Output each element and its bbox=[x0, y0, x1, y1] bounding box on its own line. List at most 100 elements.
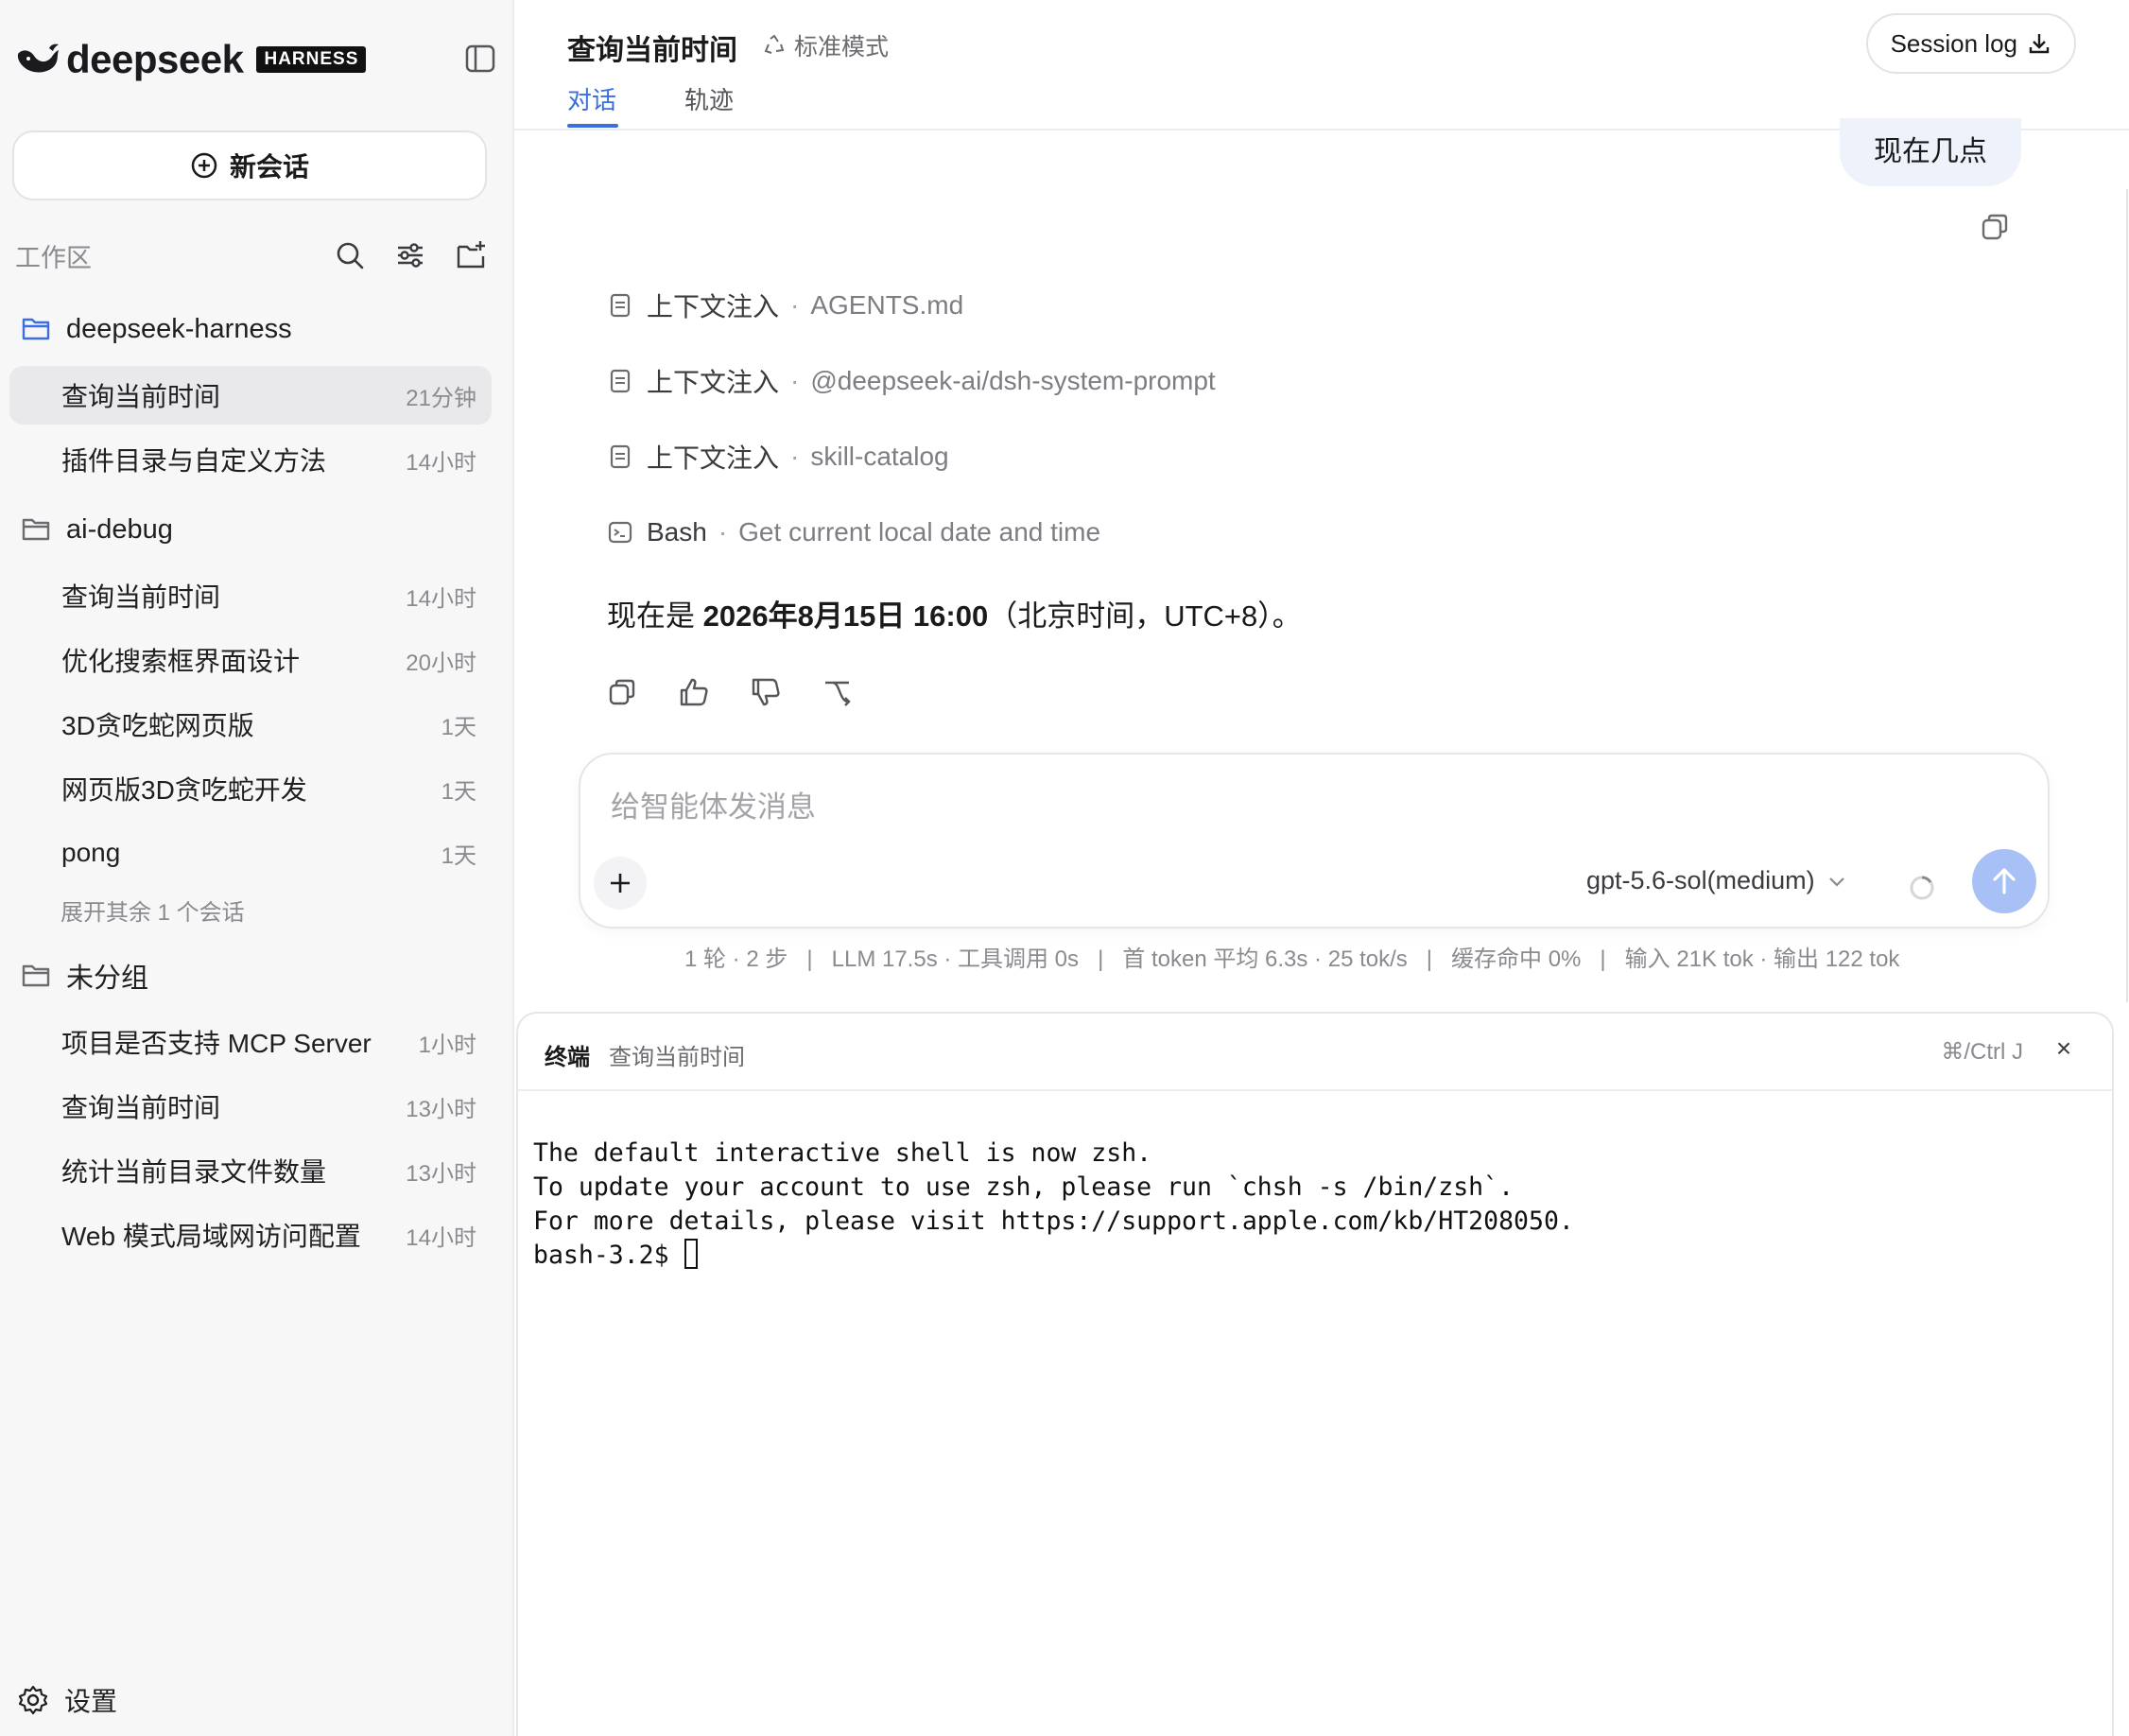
sidebar-item-chat[interactable]: pong 1天 bbox=[9, 824, 492, 882]
chat-title: Web 模式局域网访问配置 bbox=[61, 1222, 361, 1251]
chat-time: 13小时 bbox=[406, 1160, 476, 1187]
workspace-header: 工作区 bbox=[15, 236, 488, 274]
terminal-line: To update your account to use zsh, pleas… bbox=[533, 1172, 1515, 1202]
chat-title: 查询当前时间 bbox=[61, 1093, 221, 1122]
stats-turns: 1 轮 · 2 步 bbox=[684, 946, 788, 972]
chat-title: 网页版3D贪吃蛇开发 bbox=[61, 775, 307, 805]
folder-open-icon bbox=[22, 318, 50, 340]
search-icon[interactable] bbox=[333, 238, 367, 272]
step-bash[interactable]: Bash · Get current local date and time bbox=[607, 513, 1100, 551]
terminal-output[interactable]: The default interactive shell is now zsh… bbox=[533, 1137, 1574, 1273]
chat-time: 14小时 bbox=[406, 449, 476, 476]
sidebar-item-chat[interactable]: 查询当前时间 13小时 bbox=[9, 1077, 492, 1136]
brand-name: deepseek bbox=[66, 37, 244, 81]
mode-indicator[interactable]: 标准模式 bbox=[762, 28, 889, 62]
sidebar-item-chat[interactable]: 3D贪吃蛇网页版 1天 bbox=[9, 695, 492, 754]
separator-dot: · bbox=[790, 366, 800, 395]
terminal-label: 终端 bbox=[545, 1045, 590, 1070]
copy-icon[interactable] bbox=[1978, 210, 2012, 244]
new-folder-icon[interactable] bbox=[454, 238, 488, 272]
stats-separator: | bbox=[1098, 946, 1104, 972]
answer-suffix: （北京时间，UTC+8）。 bbox=[988, 599, 1302, 633]
session-log-button[interactable]: Session log bbox=[1865, 13, 2076, 74]
group-name: deepseek-harness bbox=[66, 313, 292, 344]
run-stats: 1 轮 · 2 步 | LLM 17.5s · 工具调用 0s | 首 toke… bbox=[684, 940, 1899, 973]
send-button[interactable] bbox=[1972, 849, 2036, 913]
chat-time: 1小时 bbox=[418, 1032, 476, 1058]
sidebar-toggle-icon[interactable] bbox=[463, 42, 497, 76]
terminal-prompt: bash-3.2$ bbox=[533, 1241, 684, 1270]
step-detail: Get current local date and time bbox=[738, 517, 1101, 547]
step-context-injection[interactable]: 上下文注入 · AGENTS.md bbox=[607, 286, 963, 324]
chat-title: 查询当前时间 bbox=[61, 582, 221, 612]
group-ungrouped[interactable]: 未分组 bbox=[21, 955, 148, 997]
chevron-down-icon bbox=[1828, 877, 1844, 887]
model-selector[interactable]: gpt-5.6-sol(medium) bbox=[1586, 866, 1847, 895]
folder-icon bbox=[22, 964, 50, 987]
session-log-label: Session log bbox=[1890, 28, 2017, 58]
document-icon bbox=[610, 293, 631, 318]
stats-token: 首 token 平均 6.3s · 25 tok/s bbox=[1122, 946, 1408, 972]
conversation-scrollbar[interactable] bbox=[2116, 189, 2129, 1002]
terminal-panel: 终端 查询当前时间 ⌘/Ctrl J × The default interac… bbox=[516, 1012, 2114, 1736]
chat-time: 14小时 bbox=[406, 585, 476, 612]
stats-separator: | bbox=[1426, 946, 1433, 972]
sidebar-item-chat[interactable]: 统计当前目录文件数量 13小时 bbox=[9, 1141, 492, 1200]
settings-label: 设置 bbox=[64, 1687, 118, 1716]
step-context-injection[interactable]: 上下文注入 · skill-catalog bbox=[607, 438, 949, 476]
download-icon bbox=[2029, 34, 2050, 54]
plus-icon bbox=[611, 874, 630, 893]
step-kind: 上下文注入 bbox=[647, 292, 780, 321]
terminal-cursor bbox=[684, 1239, 698, 1269]
terminal-line: For more details, please visit https://s… bbox=[533, 1207, 1574, 1236]
terminal-prompt-line[interactable]: bash-3.2$ bbox=[533, 1239, 1574, 1273]
step-detail: skill-catalog bbox=[810, 442, 949, 471]
chat-time: 1天 bbox=[441, 714, 476, 740]
document-icon bbox=[610, 369, 631, 393]
new-chat-button[interactable]: 新会话 bbox=[12, 130, 487, 200]
attach-button[interactable] bbox=[594, 857, 647, 910]
recycle-icon bbox=[764, 34, 785, 54]
sidebar-item-chat[interactable]: 项目是否支持 MCP Server 1小时 bbox=[9, 1013, 492, 1071]
sidebar-item-chat[interactable]: Web 模式局域网访问配置 14小时 bbox=[9, 1206, 492, 1264]
filter-sliders-icon[interactable] bbox=[393, 238, 427, 272]
chat-time: 21分钟 bbox=[406, 385, 476, 411]
sidebar-item-chat[interactable]: 优化搜索框界面设计 20小时 bbox=[9, 631, 492, 689]
group-deepseek-harness[interactable]: deepseek-harness bbox=[21, 308, 292, 350]
chat-title: 统计当前目录文件数量 bbox=[61, 1157, 327, 1187]
page-title: 查询当前时间 bbox=[567, 35, 737, 66]
stats-io: 输入 21K tok · 输出 122 tok bbox=[1624, 946, 1900, 972]
chat-time: 13小时 bbox=[406, 1096, 476, 1122]
answer-datetime: 2026年8月15日 16:00 bbox=[702, 599, 989, 633]
message-composer[interactable]: 给智能体发消息 gpt-5.6-sol(medium) bbox=[579, 753, 2050, 929]
close-icon[interactable]: × bbox=[2050, 1034, 2078, 1063]
sidebar-item-chat[interactable]: 插件目录与自定义方法 14小时 bbox=[9, 430, 492, 489]
chat-time: 20小时 bbox=[406, 650, 476, 676]
thumbs-down-icon[interactable] bbox=[749, 675, 783, 709]
branch-icon[interactable] bbox=[821, 675, 855, 709]
separator-dot: · bbox=[790, 290, 800, 320]
chat-header: 查询当前时间 标准模式 对话 轨迹 Session log bbox=[514, 0, 2129, 130]
sidebar: deepseek HARNESS 新会话 工作区 deepseek-harnes… bbox=[0, 0, 514, 1736]
copy-icon[interactable] bbox=[605, 675, 639, 709]
sidebar-item-chat[interactable]: 查询当前时间 14小时 bbox=[9, 566, 492, 625]
stats-separator: | bbox=[806, 946, 813, 972]
expand-more-link[interactable]: 展开其余 1 个会话 bbox=[61, 894, 245, 927]
folder-icon bbox=[22, 518, 50, 541]
chat-title: 3D贪吃蛇网页版 bbox=[61, 711, 254, 740]
thumbs-up-icon[interactable] bbox=[677, 675, 711, 709]
tab-trace[interactable]: 轨迹 bbox=[684, 81, 734, 116]
separator-dot: · bbox=[790, 442, 800, 471]
answer-prefix: 现在是 bbox=[607, 599, 703, 633]
chat-time: 1天 bbox=[441, 842, 476, 869]
tab-conversation[interactable]: 对话 bbox=[567, 81, 616, 116]
message-input[interactable]: 给智能体发消息 bbox=[611, 783, 816, 825]
sidebar-item-chat[interactable]: 网页版3D贪吃蛇开发 1天 bbox=[9, 759, 492, 818]
settings-button[interactable]: 设置 bbox=[17, 1681, 117, 1719]
brand-badge: HARNESS bbox=[256, 46, 367, 73]
sidebar-item-chat[interactable]: 查询当前时间 21分钟 bbox=[9, 366, 492, 425]
step-context-injection[interactable]: 上下文注入 · @deepseek-ai/dsh-system-prompt bbox=[607, 362, 1216, 400]
context-usage-ring-icon bbox=[1910, 876, 1934, 900]
model-name: gpt-5.6-sol(medium) bbox=[1586, 866, 1815, 894]
group-ai-debug[interactable]: ai-debug bbox=[21, 509, 173, 550]
